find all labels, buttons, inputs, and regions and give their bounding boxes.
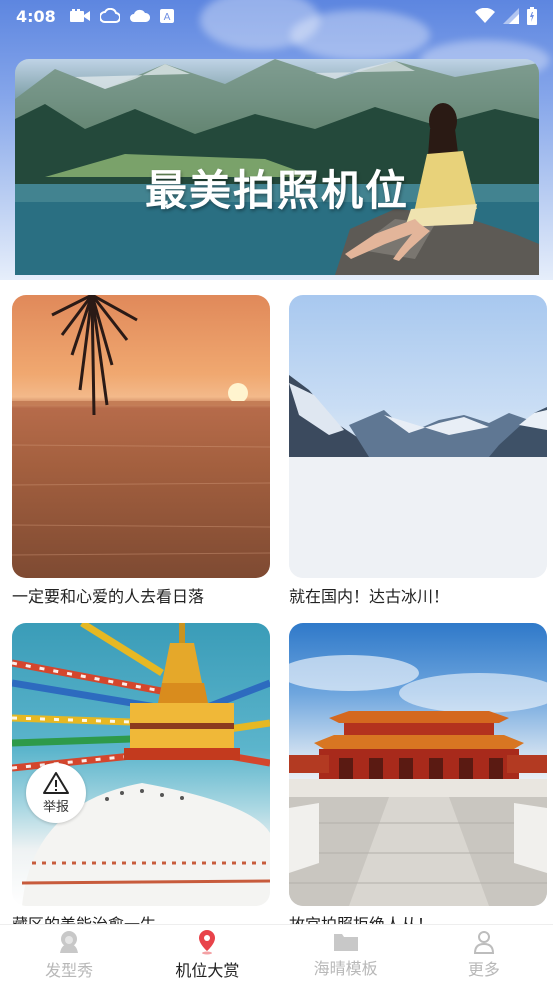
card-caption: 就在国内！达古冰川！ — [289, 587, 450, 606]
signal-icon — [503, 8, 519, 24]
status-time: 4:08 — [16, 6, 56, 26]
nav-item-templates[interactable]: 海晴模板 — [277, 925, 415, 984]
nav-label: 机位大赏 — [175, 960, 240, 980]
warning-icon — [43, 772, 69, 794]
nav-item-more[interactable]: 更多 — [415, 925, 553, 984]
card-image: 举报 — [12, 623, 270, 906]
sync-cloud-icon — [99, 8, 120, 23]
banner[interactable]: 最美拍照机位 — [15, 59, 539, 275]
status-bar: 4:08 A — [0, 0, 553, 32]
hairstyle-icon — [60, 930, 79, 953]
banner-title: 最美拍照机位 — [144, 166, 409, 215]
folder-icon — [333, 933, 358, 951]
app-screen: 4:08 A 最美拍照机位 一定要和心爱的人去看日落 就在国内！达古冰川！ 举报… — [0, 0, 553, 984]
person-icon — [473, 930, 494, 954]
nav-label: 更多 — [467, 959, 500, 979]
nav-label: 发型秀 — [45, 960, 94, 980]
video-camera-icon — [69, 9, 90, 22]
nav-item-spots[interactable]: 机位大赏 — [138, 925, 276, 984]
card-forbidden-city[interactable]: 故宫拍照拒绝人从！ — [289, 623, 547, 935]
card-image — [12, 295, 270, 578]
card-sunset[interactable]: 一定要和心爱的人去看日落 — [12, 295, 270, 607]
card-caption: 一定要和心爱的人去看日落 — [12, 587, 205, 606]
nav-label: 海晴模板 — [313, 958, 378, 978]
report-button[interactable]: 举报 — [26, 763, 86, 823]
wifi-icon — [475, 8, 495, 23]
bottom-nav: 发型秀 机位大赏 海晴模板 更多 — [0, 924, 553, 984]
battery-icon — [527, 7, 537, 25]
svg-text:A: A — [163, 12, 170, 23]
card-image — [289, 295, 547, 578]
nav-item-hairstyle[interactable]: 发型秀 — [0, 925, 138, 984]
card-glacier[interactable]: 就在国内！达古冰川！ — [289, 295, 547, 607]
card-stupa[interactable]: 举报 藏区的美能治愈一生 — [12, 623, 270, 935]
report-label: 举报 — [42, 800, 69, 815]
cloud-icon — [129, 9, 150, 22]
location-pin-icon — [199, 929, 216, 954]
app-notification-icon: A — [159, 9, 174, 23]
card-image — [289, 623, 547, 906]
